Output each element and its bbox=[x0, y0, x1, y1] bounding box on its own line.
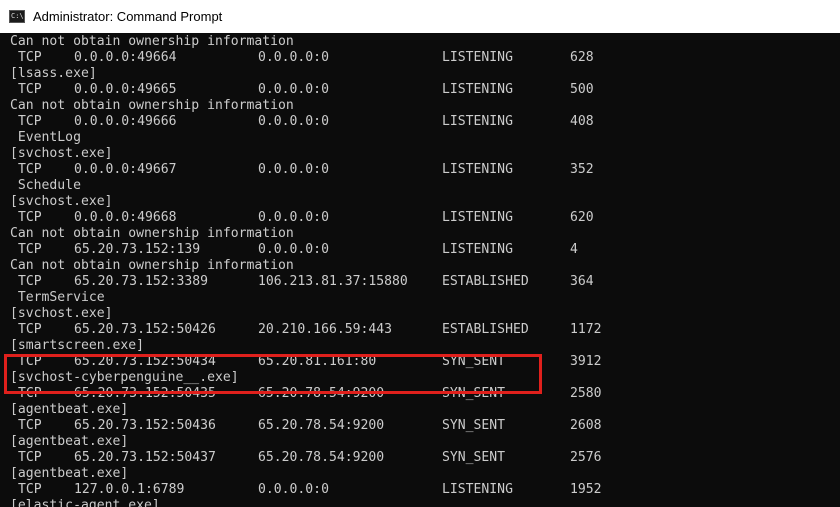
foreign-address-cell: 65.20.78.54:9200 bbox=[258, 450, 385, 465]
state-cell: ESTABLISHED bbox=[442, 322, 529, 337]
protocol-cell: TCP bbox=[18, 450, 42, 465]
connection-row: TCP 0.0.0.0:49665 0.0.0.0:0 LISTENING 500 bbox=[0, 82, 840, 98]
pid-cell: 1172 bbox=[570, 322, 602, 337]
state-cell: LISTENING bbox=[442, 162, 513, 177]
state-cell: ESTABLISHED bbox=[442, 274, 529, 289]
protocol-cell: TCP bbox=[18, 82, 42, 97]
protocol-cell: TCP bbox=[18, 114, 42, 129]
state-cell: LISTENING bbox=[442, 242, 513, 257]
state-cell: LISTENING bbox=[442, 482, 513, 497]
state-cell: SYN_SENT bbox=[442, 418, 506, 433]
protocol-cell: TCP bbox=[18, 354, 42, 369]
connection-row: TCP 65.20.73.152:50437 65.20.78.54:9200 SYN… bbox=[0, 450, 840, 466]
local-address-cell: 0.0.0.0:49664 bbox=[74, 50, 177, 65]
state-cell: LISTENING bbox=[442, 82, 513, 97]
protocol-cell: TCP bbox=[18, 242, 42, 257]
connection-row: TCP 0.0.0.0:49667 0.0.0.0:0 LISTENING 352 bbox=[0, 162, 840, 178]
protocol-cell: TCP bbox=[18, 274, 42, 289]
connection-row: TCP 0.0.0.0:49666 0.0.0.0:0 LISTENING 408 bbox=[0, 114, 840, 130]
console-text-line: Can not obtain ownership information bbox=[10, 226, 294, 241]
foreign-address-cell: 0.0.0.0:0 bbox=[258, 482, 329, 497]
protocol-cell: TCP bbox=[18, 418, 42, 433]
console-text-line: [svchost.exe] bbox=[10, 194, 113, 209]
pid-cell: 352 bbox=[570, 162, 594, 177]
foreign-address-cell: 0.0.0.0:0 bbox=[258, 50, 329, 65]
state-cell: LISTENING bbox=[442, 114, 513, 129]
console-text-line: [svchost.exe] bbox=[10, 306, 113, 321]
pid-cell: 620 bbox=[570, 210, 594, 225]
local-address-cell: 0.0.0.0:49665 bbox=[74, 82, 177, 97]
console-text-line: Schedule bbox=[10, 178, 81, 193]
pid-cell: 2608 bbox=[570, 418, 602, 433]
console-text-line: [svchost-cyberpenguine__.exe] bbox=[10, 370, 239, 385]
foreign-address-cell: 0.0.0.0:0 bbox=[258, 114, 329, 129]
local-address-cell: 65.20.73.152:3389 bbox=[74, 274, 209, 289]
connection-row: TCP 65.20.73.152:50436 65.20.78.54:9200 SYN… bbox=[0, 418, 840, 434]
local-address-cell: 0.0.0.0:49667 bbox=[74, 162, 177, 177]
console-text-line: [lsass.exe] bbox=[10, 66, 97, 81]
foreign-address-cell: 65.20.78.54:9200 bbox=[258, 386, 385, 401]
console-text-line: EventLog bbox=[10, 130, 81, 145]
connection-row: TCP 127.0.0.1:6789 0.0.0.0:0 LISTENING 1952 bbox=[0, 482, 840, 498]
protocol-cell: TCP bbox=[18, 50, 42, 65]
connection-row: TCP 0.0.0.0:49664 0.0.0.0:0 LISTENING 628 bbox=[0, 50, 840, 66]
protocol-cell: TCP bbox=[18, 386, 42, 401]
foreign-address-cell: 0.0.0.0:0 bbox=[258, 242, 329, 257]
pid-cell: 628 bbox=[570, 50, 594, 65]
pid-cell: 408 bbox=[570, 114, 594, 129]
state-cell: SYN_SENT bbox=[442, 354, 506, 369]
foreign-address-cell: 20.210.166.59:443 bbox=[258, 322, 393, 337]
local-address-cell: 65.20.73.152:50426 bbox=[74, 322, 216, 337]
state-cell: LISTENING bbox=[442, 210, 513, 225]
local-address-cell: 65.20.73.152:50437 bbox=[74, 450, 216, 465]
pid-cell: 3912 bbox=[570, 354, 602, 369]
protocol-cell: TCP bbox=[18, 162, 42, 177]
console-text-line: Can not obtain ownership information bbox=[10, 98, 294, 113]
console-text-line: [agentbeat.exe] bbox=[10, 466, 129, 481]
connection-row: TCP 0.0.0.0:49668 0.0.0.0:0 LISTENING 620 bbox=[0, 210, 840, 226]
protocol-cell: TCP bbox=[18, 210, 42, 225]
local-address-cell: 65.20.73.152:50435 bbox=[74, 386, 216, 401]
console-text-line: [agentbeat.exe] bbox=[10, 402, 129, 417]
pid-cell: 2576 bbox=[570, 450, 602, 465]
console-text-line: TermService bbox=[10, 290, 105, 305]
title-bar[interactable]: C:\ Administrator: Command Prompt bbox=[0, 0, 840, 34]
state-cell: SYN_SENT bbox=[442, 386, 506, 401]
pid-cell: 500 bbox=[570, 82, 594, 97]
console-text-line: Can not obtain ownership information bbox=[10, 258, 294, 273]
console-text-line: [agentbeat.exe] bbox=[10, 434, 129, 449]
connection-row: TCP 65.20.73.152:50426 20.210.166.59:443 ES… bbox=[0, 322, 840, 338]
local-address-cell: 0.0.0.0:49668 bbox=[74, 210, 177, 225]
connection-row: TCP 65.20.73.152:50435 65.20.78.54:9200 SYN… bbox=[0, 386, 840, 402]
console-text-line: [smartscreen.exe] bbox=[10, 338, 145, 353]
console-text-line: [elastic-agent.exe] bbox=[10, 498, 160, 507]
foreign-address-cell: 106.213.81.37:15880 bbox=[258, 274, 408, 289]
console-output[interactable]: Can not obtain ownership information TCP 0… bbox=[0, 33, 840, 507]
connection-row: TCP 65.20.73.152:3389 106.213.81.37:15880 E… bbox=[0, 274, 840, 290]
pid-cell: 4 bbox=[570, 242, 578, 257]
connection-row: TCP 65.20.73.152:139 0.0.0.0:0 LISTENING 4 bbox=[0, 242, 840, 258]
foreign-address-cell: 0.0.0.0:0 bbox=[258, 210, 329, 225]
local-address-cell: 0.0.0.0:49666 bbox=[74, 114, 177, 129]
local-address-cell: 65.20.73.152:50436 bbox=[74, 418, 216, 433]
protocol-cell: TCP bbox=[18, 482, 42, 497]
console-text-line: [svchost.exe] bbox=[10, 146, 113, 161]
connection-row: TCP 65.20.73.152:50434 65.20.81.161:80 SYN_… bbox=[0, 354, 840, 370]
pid-cell: 2580 bbox=[570, 386, 602, 401]
cmd-icon: C:\ bbox=[9, 10, 25, 23]
state-cell: SYN_SENT bbox=[442, 450, 506, 465]
pid-cell: 364 bbox=[570, 274, 594, 289]
window-title: Administrator: Command Prompt bbox=[33, 9, 223, 24]
foreign-address-cell: 65.20.81.161:80 bbox=[258, 354, 377, 369]
foreign-address-cell: 0.0.0.0:0 bbox=[258, 162, 329, 177]
protocol-cell: TCP bbox=[18, 322, 42, 337]
local-address-cell: 65.20.73.152:50434 bbox=[74, 354, 216, 369]
state-cell: LISTENING bbox=[442, 50, 513, 65]
foreign-address-cell: 65.20.78.54:9200 bbox=[258, 418, 385, 433]
local-address-cell: 127.0.0.1:6789 bbox=[74, 482, 185, 497]
console-text-line: Can not obtain ownership information bbox=[10, 34, 294, 49]
foreign-address-cell: 0.0.0.0:0 bbox=[258, 82, 329, 97]
local-address-cell: 65.20.73.152:139 bbox=[74, 242, 201, 257]
pid-cell: 1952 bbox=[570, 482, 602, 497]
